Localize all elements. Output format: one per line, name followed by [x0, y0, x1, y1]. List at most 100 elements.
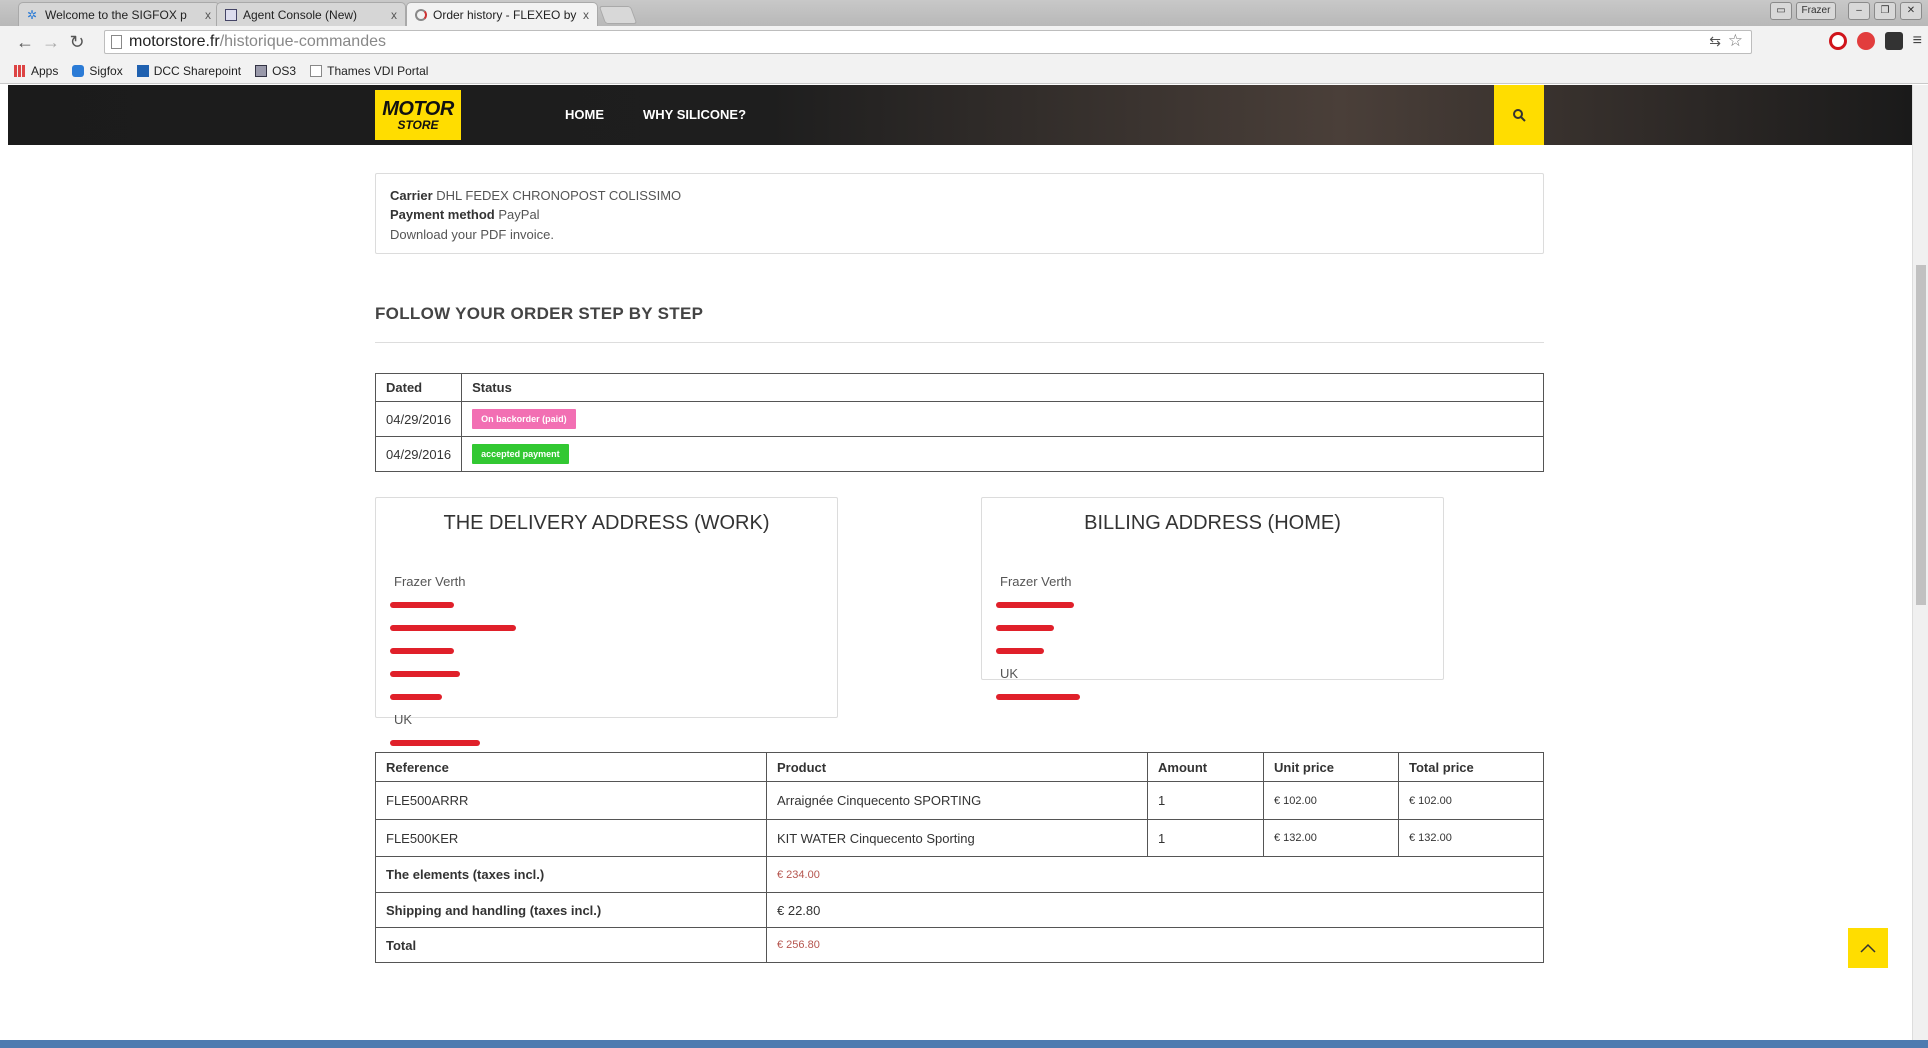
redacted-line: [390, 593, 466, 616]
page-scrollbar[interactable]: [1912, 85, 1928, 1040]
apps-grid-icon: [14, 64, 26, 77]
redacted-line: [996, 685, 1080, 708]
elements-value: € 234.00: [766, 856, 1544, 893]
product-unit-price: € 132.00: [1263, 819, 1399, 857]
payment-value: PayPal: [498, 207, 540, 222]
status-date: 04/29/2016: [374, 436, 463, 472]
billing-address-title: BILLING ADDRESS (HOME): [1084, 512, 1341, 534]
product-total-price: € 102.00: [1398, 781, 1544, 820]
carrier-label: Carrier: [390, 188, 433, 203]
menu-icon[interactable]: ≡: [1913, 32, 1922, 50]
nav-home[interactable]: HOME: [565, 107, 604, 122]
product-unit-price: € 102.00: [1263, 781, 1399, 820]
address-bar[interactable]: motorstore.fr/historique-commandes ⇆ ☆: [104, 30, 1752, 54]
product-total-price: € 132.00: [1398, 819, 1544, 857]
table-header-row: Reference Product Amount Unit price Tota…: [375, 752, 1544, 782]
cast-icon[interactable]: ▭: [1770, 2, 1792, 20]
tab-title: Agent Console (New): [243, 7, 358, 22]
url-domain: motorstore.fr: [129, 33, 220, 50]
redacted-line: [390, 662, 466, 685]
nav-why-silicone[interactable]: WHY SILICONE?: [643, 107, 746, 122]
redacted-line: [390, 616, 516, 639]
status-date: 04/29/2016: [374, 401, 463, 437]
billing-address-lines: Frazer Verth UK: [996, 570, 1080, 708]
bookmark-apps[interactable]: Apps: [14, 64, 58, 78]
delivery-address-card: THE DELIVERY ADDRESS (WORK) Frazer Verth…: [375, 497, 838, 746]
page-viewport: MOTOR STORE HOME WHY SILICONE? Carrier D…: [8, 85, 1912, 1040]
extension-icon[interactable]: [1884, 32, 1903, 50]
site-search-button[interactable]: [1494, 85, 1544, 145]
close-tab-icon[interactable]: x: [391, 8, 397, 22]
reload-icon[interactable]: ↻: [64, 32, 90, 53]
scrollbar-thumb[interactable]: [1916, 265, 1926, 605]
products-table: Reference Product Amount Unit price Tota…: [375, 752, 1544, 963]
redacted-line: [390, 639, 466, 662]
tab-title: Order history - FLEXEO by: [433, 7, 577, 22]
col-product: Product: [766, 752, 1148, 782]
col-total-price: Total price: [1398, 752, 1544, 782]
close-tab-icon[interactable]: x: [583, 8, 589, 22]
order-status-table: Dated Status 04/29/2016 On backorder (pa…: [374, 373, 1544, 472]
summary-row-total: Total € 256.80: [375, 927, 1544, 963]
tab-sigfox[interactable]: ✲ Welcome to the SIGFOX p x: [18, 2, 220, 26]
close-tab-icon[interactable]: x: [205, 8, 211, 22]
table-row: 04/29/2016 accepted payment: [374, 436, 1544, 472]
sharepoint-icon: [136, 64, 149, 77]
product-name: KIT WATER Cinquecento Sporting: [766, 819, 1148, 857]
back-arrow-icon[interactable]: ←: [12, 32, 38, 53]
delivery-name: Frazer Verth: [394, 574, 466, 589]
new-tab-button[interactable]: [598, 6, 638, 24]
extensions: ≡: [1828, 32, 1922, 50]
browser-tabstrip: ✲ Welcome to the SIGFOX p x Agent Consol…: [0, 0, 1928, 26]
user-profile-button[interactable]: Frazer: [1796, 2, 1836, 20]
site-logo[interactable]: MOTOR STORE: [375, 90, 461, 140]
pdf-invoice-link[interactable]: Download your PDF invoice.: [390, 227, 554, 242]
tab-title: Welcome to the SIGFOX p: [45, 7, 187, 22]
status-badge: On backorder (paid): [472, 409, 576, 429]
restore-button[interactable]: ❐: [1874, 2, 1896, 20]
divider: [375, 342, 1544, 343]
col-dated: Dated: [374, 373, 463, 402]
billing-name: Frazer Verth: [1000, 574, 1072, 589]
loading-icon: [415, 8, 427, 21]
translate-icon[interactable]: ⇆: [1709, 33, 1721, 50]
browser-toolbar: ← → ↻ motorstore.fr/historique-commandes…: [0, 26, 1928, 58]
butterfly-icon: [72, 64, 85, 77]
console-icon: [225, 8, 237, 21]
status-cell: On backorder (paid): [461, 401, 1544, 437]
redacted-line: [390, 685, 466, 708]
payment-line: Payment method PayPal: [390, 207, 540, 222]
forward-arrow-icon[interactable]: →: [38, 32, 64, 53]
product-amount: 1: [1147, 819, 1264, 857]
table-header-row: Dated Status: [374, 373, 1544, 402]
redacted-line: [390, 731, 480, 754]
shipping-value: € 22.80: [766, 892, 1544, 928]
product-name: Arraignée Cinquecento SPORTING: [766, 781, 1148, 820]
scroll-to-top-button[interactable]: [1848, 928, 1888, 968]
tab-order-history[interactable]: Order history - FLEXEO by x: [406, 2, 598, 26]
col-reference: Reference: [375, 752, 767, 782]
bookmark-os3[interactable]: OS3: [255, 64, 296, 78]
page-icon: [310, 64, 323, 77]
product-ref: FLE500ARRR: [375, 781, 767, 820]
opera-icon[interactable]: [1828, 32, 1847, 50]
table-row: FLE500ARRR Arraignée Cinquecento SPORTIN…: [375, 781, 1544, 820]
carrier-line: Carrier DHL FEDEX CHRONOPOST COLISSIMO: [390, 188, 681, 203]
delivery-address-lines: Frazer Verth UK: [390, 570, 516, 754]
col-unit-price: Unit price: [1263, 752, 1399, 782]
minimize-button[interactable]: –: [1848, 2, 1870, 20]
billing-country: UK: [1000, 666, 1019, 681]
adblock-icon[interactable]: [1856, 32, 1875, 50]
bookmark-dcc-sharepoint[interactable]: DCC Sharepoint: [136, 64, 241, 78]
redacted-line: [996, 593, 1074, 616]
elements-label: The elements (taxes incl.): [375, 856, 767, 893]
bookmark-sigfox[interactable]: Sigfox: [72, 64, 123, 78]
carrier-value: DHL FEDEX CHRONOPOST COLISSIMO: [436, 188, 682, 203]
tab-agent-console[interactable]: Agent Console (New) x: [216, 2, 406, 26]
bookmark-thames-vdi[interactable]: Thames VDI Portal: [310, 64, 428, 78]
url-path: /historique-commandes: [219, 33, 386, 50]
bookmark-star-icon[interactable]: ☆: [1728, 31, 1743, 51]
table-row: FLE500KER KIT WATER Cinquecento Sporting…: [375, 819, 1544, 857]
close-window-button[interactable]: ✕: [1900, 2, 1922, 20]
redacted-line: [996, 639, 1072, 662]
